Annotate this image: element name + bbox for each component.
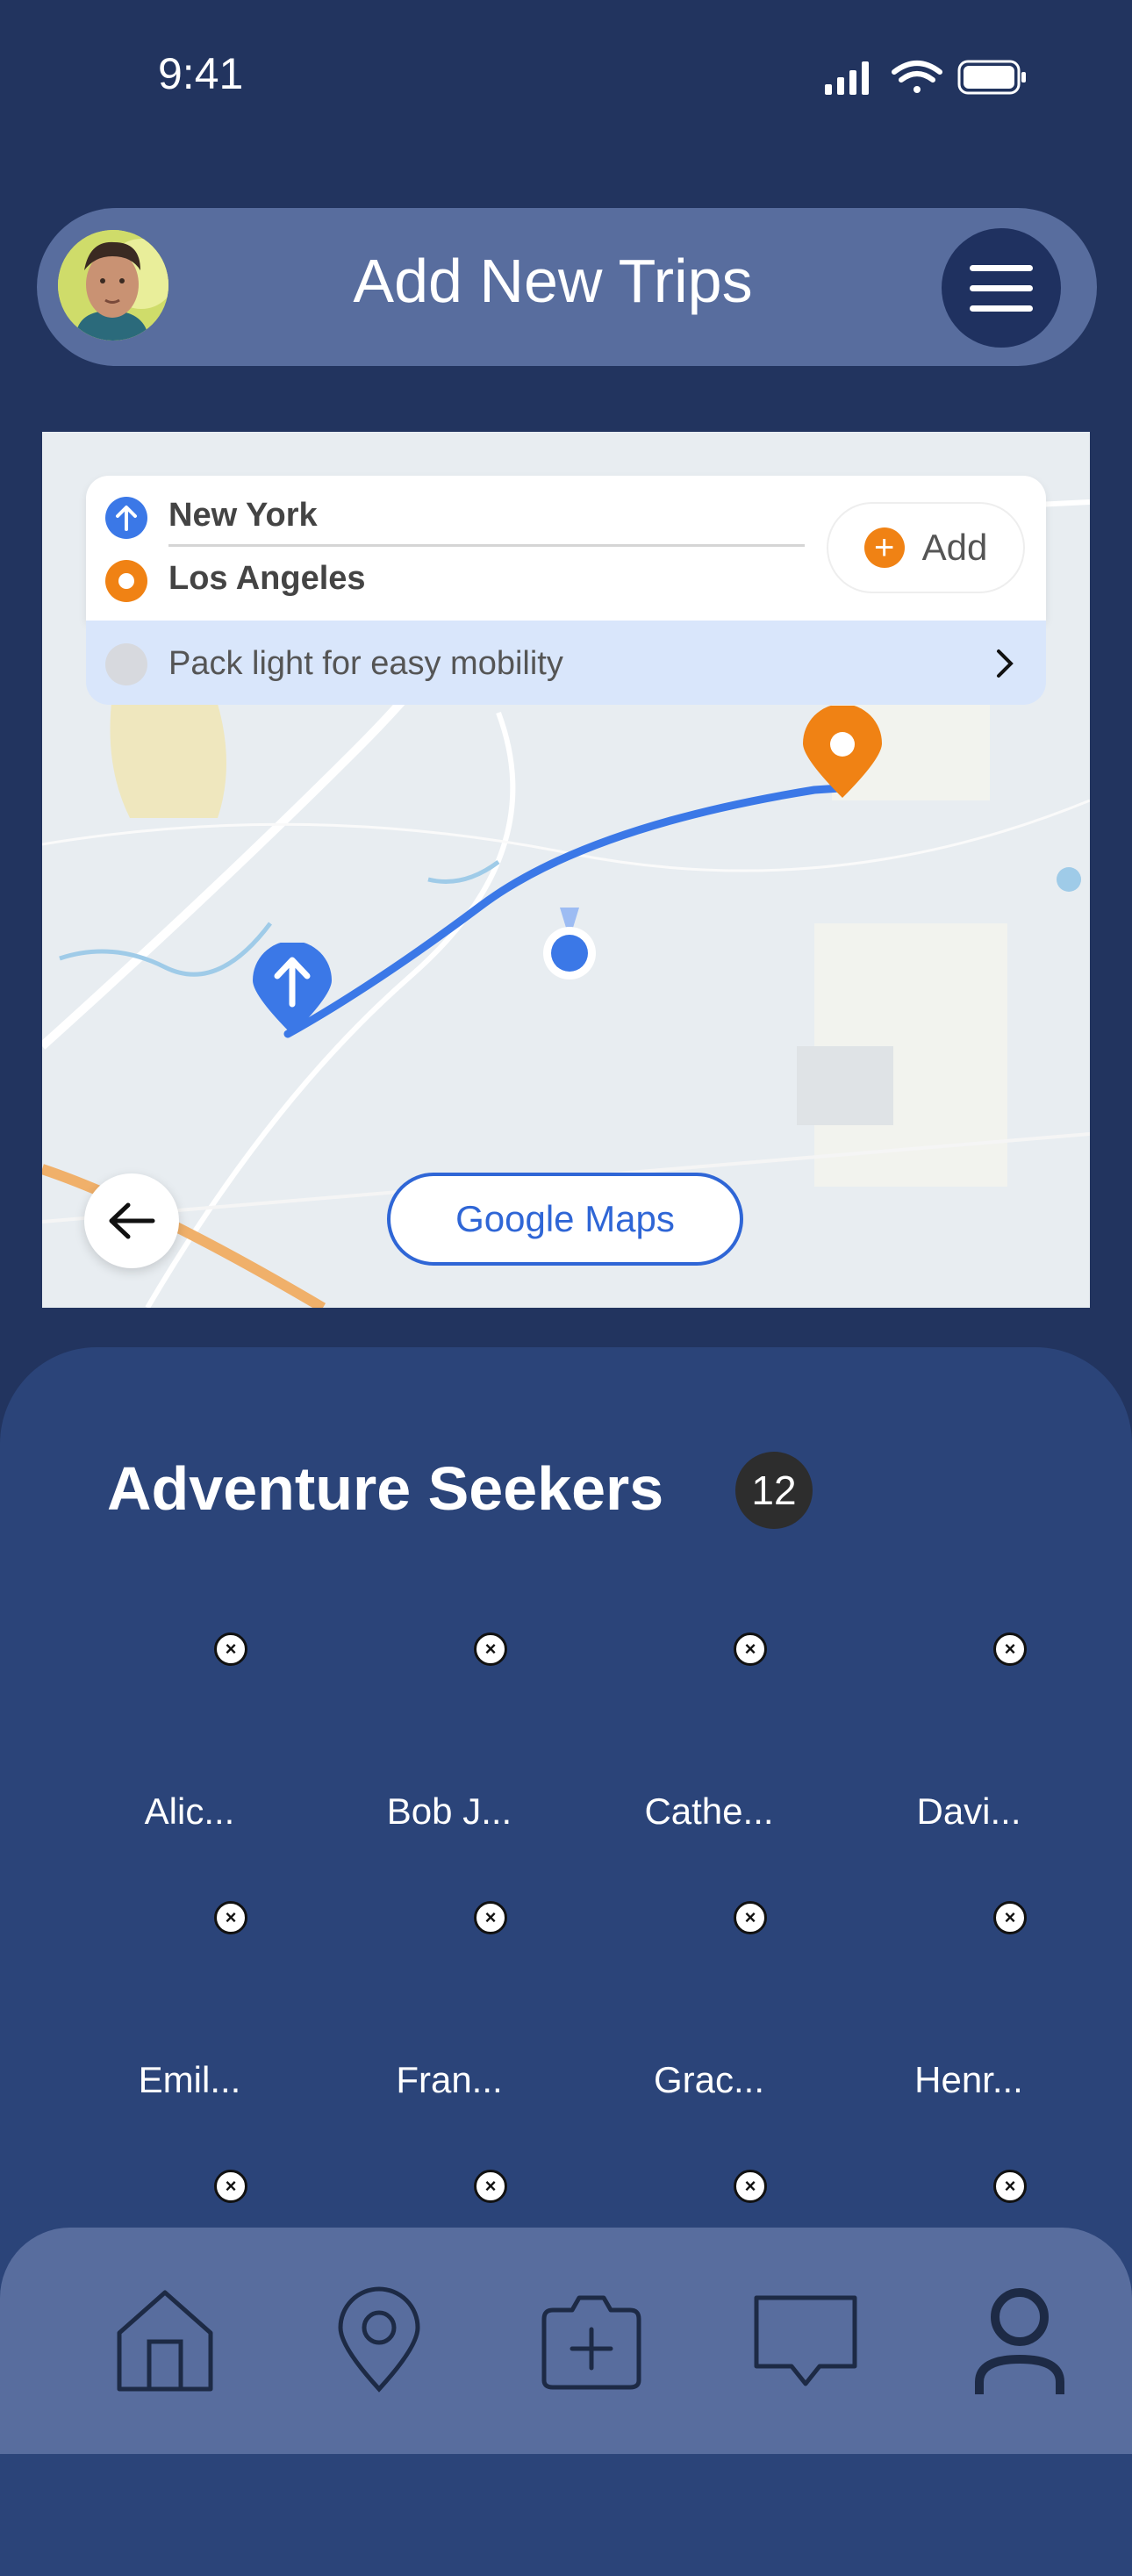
menu-button[interactable] bbox=[942, 228, 1061, 348]
remove-member-icon[interactable]: × bbox=[474, 2170, 507, 2203]
member-name[interactable]: Bob J... bbox=[319, 1790, 579, 1833]
remove-member-icon[interactable]: × bbox=[214, 1901, 247, 1934]
remove-member-icon[interactable]: × bbox=[734, 1632, 767, 1666]
plus-icon: + bbox=[863, 527, 905, 568]
member-name[interactable]: Fran... bbox=[319, 2059, 579, 2101]
location-pin-icon[interactable] bbox=[325, 2285, 433, 2394]
hamburger-menu-icon bbox=[970, 284, 1033, 291]
remove-member-icon[interactable]: × bbox=[474, 1901, 507, 1934]
remove-member-icon[interactable]: × bbox=[214, 1632, 247, 1666]
route-divider bbox=[168, 544, 805, 547]
chevron-right-icon[interactable] bbox=[993, 646, 1016, 690]
back-button[interactable] bbox=[84, 1173, 179, 1268]
member-name[interactable]: Cathe... bbox=[579, 1790, 839, 1833]
battery-icon bbox=[957, 60, 1026, 95]
member-name[interactable]: Henr... bbox=[839, 2059, 1099, 2101]
remove-member-icon[interactable]: × bbox=[734, 1901, 767, 1934]
add-stop-button[interactable]: + Add bbox=[827, 502, 1025, 593]
origin-field[interactable]: New York bbox=[168, 497, 318, 535]
arrow-left-icon bbox=[109, 1202, 155, 1239]
status-icons bbox=[825, 60, 1026, 95]
remove-member-icon[interactable]: × bbox=[214, 2170, 247, 2203]
chat-icon[interactable] bbox=[751, 2285, 860, 2394]
remove-member-icon[interactable]: × bbox=[993, 2170, 1027, 2203]
profile-icon[interactable] bbox=[965, 2285, 1074, 2394]
remove-member-icon[interactable]: × bbox=[734, 2170, 767, 2203]
destination-field[interactable]: Los Angeles bbox=[168, 560, 366, 598]
member-name[interactable]: Emil... bbox=[60, 2059, 319, 2101]
remove-member-icon[interactable]: × bbox=[993, 1632, 1027, 1666]
start-pin-icon[interactable] bbox=[253, 943, 332, 1039]
signal-icon bbox=[825, 61, 869, 95]
member-name[interactable]: Alic... bbox=[60, 1790, 319, 1833]
current-location-icon bbox=[543, 908, 596, 979]
camera-add-icon[interactable] bbox=[537, 2285, 646, 2394]
hamburger-menu-icon bbox=[970, 264, 1033, 271]
remove-member-icon[interactable]: × bbox=[474, 1632, 507, 1666]
home-icon[interactable] bbox=[111, 2285, 219, 2394]
add-label: Add bbox=[921, 527, 988, 568]
group-title: Adventure Seekers bbox=[107, 1454, 664, 1523]
google-maps-button[interactable]: Google Maps bbox=[387, 1173, 743, 1266]
remove-member-icon[interactable]: × bbox=[993, 1901, 1027, 1934]
hamburger-menu-icon bbox=[970, 305, 1033, 312]
destination-pin-icon[interactable] bbox=[803, 706, 882, 802]
status-time: 9:41 bbox=[158, 49, 244, 98]
wifi-icon bbox=[892, 61, 942, 93]
member-name[interactable]: Grac... bbox=[579, 2059, 839, 2101]
tip-text: Pack light for easy mobility bbox=[168, 645, 563, 682]
page-title: Add New Trips bbox=[353, 247, 753, 315]
tip-icon bbox=[105, 643, 147, 685]
destination-icon bbox=[105, 560, 147, 602]
member-count-badge: 12 bbox=[735, 1452, 813, 1529]
member-name[interactable]: Davi... bbox=[839, 1790, 1099, 1833]
origin-icon bbox=[105, 497, 147, 539]
